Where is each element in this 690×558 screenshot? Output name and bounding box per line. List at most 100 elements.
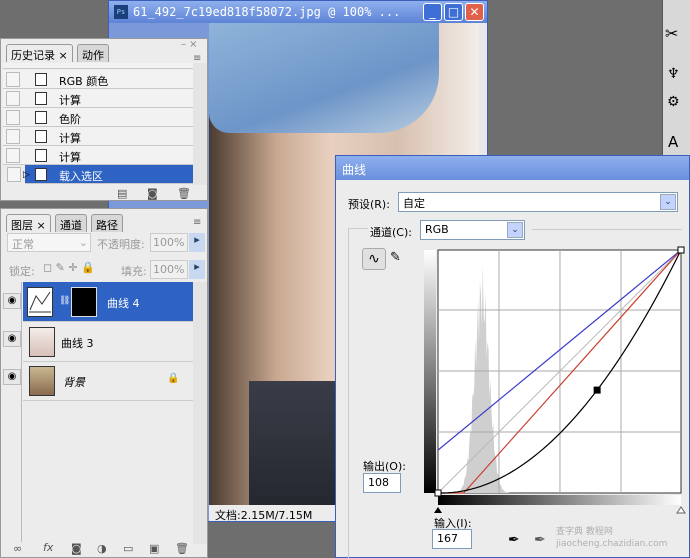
layers-scrollbar[interactable]: [193, 282, 207, 544]
visibility-eye-icon[interactable]: ◉: [3, 293, 21, 309]
fill-label: 填充:: [121, 265, 147, 278]
opacity-label: 不透明度:: [97, 238, 145, 251]
chevron-down-icon: ⌄: [78, 236, 88, 249]
link-layers-icon[interactable]: ∞: [13, 542, 22, 555]
image-scarf: [209, 23, 439, 133]
input-input[interactable]: 167: [432, 529, 472, 549]
layer-row-selected[interactable]: ⛓ 曲线 4: [23, 282, 193, 322]
snapshot-checkbox[interactable]: [6, 72, 20, 87]
tab-paths[interactable]: 路径: [91, 214, 123, 232]
opacity-slider-button[interactable]: ▸: [189, 233, 205, 252]
link-icon[interactable]: ⛓: [59, 296, 70, 306]
channel-select[interactable]: RGB ⌄: [420, 220, 525, 240]
tools-icon[interactable]: ✂: [665, 24, 678, 43]
visibility-eye-icon[interactable]: ◉: [3, 369, 21, 385]
fill-slider-button[interactable]: ▸: [189, 260, 205, 279]
maximize-button[interactable]: □: [444, 3, 463, 21]
curves-graph[interactable]: [424, 246, 686, 514]
group-frame: [348, 228, 368, 558]
new-layer-icon[interactable]: ▣: [149, 542, 159, 555]
divider: [532, 229, 682, 230]
curves-adjustment-icon: [27, 287, 53, 317]
history-state-icon: [35, 92, 47, 105]
preset-select[interactable]: 自定 ⌄: [398, 192, 678, 212]
channel-value: RGB: [425, 223, 449, 236]
preset-value: 自定: [403, 197, 425, 210]
curve-control-point: [434, 489, 442, 497]
new-document-icon[interactable]: ▤: [117, 187, 127, 200]
history-state-icon: [35, 149, 47, 162]
snapshot-checkbox[interactable]: [6, 110, 20, 125]
curve-control-point: [677, 246, 685, 254]
output-label: 输出(O):: [363, 460, 406, 473]
document-title: 61_492_7c19ed818f58072.jpg @ 100% ...: [133, 5, 401, 19]
brush-presets-icon[interactable]: ♆: [667, 66, 680, 82]
history-item-label: 计算: [59, 151, 81, 164]
output-input[interactable]: 108: [363, 473, 401, 493]
blend-mode-select[interactable]: 正常 ⌄: [7, 233, 91, 252]
channel-label: 通道(C):: [370, 226, 412, 239]
snapshot-checkbox[interactable]: [6, 148, 20, 163]
layer-thumbnail: [29, 327, 55, 357]
input-gradient-bar: [438, 495, 681, 505]
pencil-tool-icon[interactable]: ✎: [390, 250, 401, 265]
tab-channels[interactable]: 通道: [55, 214, 87, 232]
layer-mask-thumbnail[interactable]: [71, 287, 97, 317]
curve-control-point: [593, 386, 601, 394]
adjustment-layer-icon[interactable]: ◑: [97, 542, 107, 555]
history-item[interactable]: RGB 颜色: [3, 70, 193, 89]
history-panel: 历史记录 × 动作 – × ≡ RGB 颜色 计算 色阶 计算 计算 载入选区 …: [0, 38, 208, 201]
opacity-input[interactable]: 100%: [150, 233, 188, 252]
layer-name: 曲线 3: [61, 337, 94, 350]
panel-menu-icon[interactable]: ≡: [193, 217, 201, 228]
snapshot-checkbox[interactable]: [6, 129, 20, 144]
character-icon[interactable]: A: [668, 133, 678, 151]
add-mask-icon[interactable]: ◙: [71, 542, 82, 555]
white-point-slider: [676, 506, 686, 514]
lock-label: 锁定:: [9, 265, 35, 278]
tab-actions[interactable]: 动作: [77, 44, 109, 62]
lock-icons[interactable]: ◻ ✎ ✛ 🔒: [43, 261, 95, 274]
history-item[interactable]: 计算: [3, 127, 193, 146]
trash-icon[interactable]: 🗑: [175, 542, 189, 555]
clone-source-icon[interactable]: ⚙: [667, 94, 680, 110]
tab-label: 历史记录: [11, 49, 55, 62]
panel-close-icon[interactable]: – ×: [181, 39, 198, 50]
history-scrollbar[interactable]: [193, 63, 207, 185]
gray-eyedropper-icon[interactable]: ✒: [534, 532, 546, 548]
tab-history[interactable]: 历史记录 ×: [6, 44, 73, 62]
output-gradient-bar: [424, 250, 436, 493]
watermark: 查字典 教程网 jiaocheng.chazidian.com: [556, 527, 668, 549]
tab-label: 图层: [11, 219, 33, 232]
close-button[interactable]: ✕: [465, 3, 484, 21]
black-eyedropper-icon[interactable]: ✒: [508, 532, 520, 548]
tab-layers[interactable]: 图层 ×: [6, 214, 51, 232]
minimize-button[interactable]: _: [423, 3, 442, 21]
history-item[interactable]: 计算: [3, 89, 193, 108]
history-item-selected[interactable]: 载入选区: [25, 165, 193, 184]
history-item-partial[interactable]: [3, 63, 193, 69]
trash-icon[interactable]: 🗑: [177, 187, 191, 200]
divider: [21, 282, 22, 542]
layer-name: 曲线 4: [107, 297, 140, 310]
snapshot-camera-icon[interactable]: ◙: [147, 187, 158, 200]
layer-row[interactable]: 背景 🔒: [23, 361, 193, 401]
black-point-slider: [434, 507, 442, 513]
group-folder-icon[interactable]: ▭: [123, 542, 133, 555]
snapshot-checkbox[interactable]: [7, 167, 21, 182]
right-toolbar: ✂ ♆ ⚙ A: [662, 0, 690, 155]
chevron-down-icon: ⌄: [660, 194, 676, 210]
visibility-eye-icon[interactable]: ◉: [3, 331, 21, 347]
dialog-title[interactable]: 曲线: [336, 156, 689, 180]
history-item[interactable]: 色阶: [3, 108, 193, 127]
layers-panel: 图层 × 通道 路径 ≡ 正常 ⌄ 不透明度: 100% ▸ 锁定: ◻ ✎ ✛ …: [0, 208, 208, 558]
history-item-label: RGB 颜色: [59, 75, 109, 88]
history-item[interactable]: 计算: [3, 146, 193, 165]
layer-row[interactable]: 曲线 3: [23, 322, 193, 362]
snapshot-checkbox[interactable]: [6, 91, 20, 106]
fx-icon[interactable]: fx: [43, 541, 53, 554]
curve-edit-tool-icon[interactable]: ∿: [362, 248, 386, 270]
history-item-label: 色阶: [59, 113, 81, 126]
history-brush-source-icon[interactable]: ▷: [23, 170, 30, 180]
fill-input[interactable]: 100%: [150, 260, 188, 279]
